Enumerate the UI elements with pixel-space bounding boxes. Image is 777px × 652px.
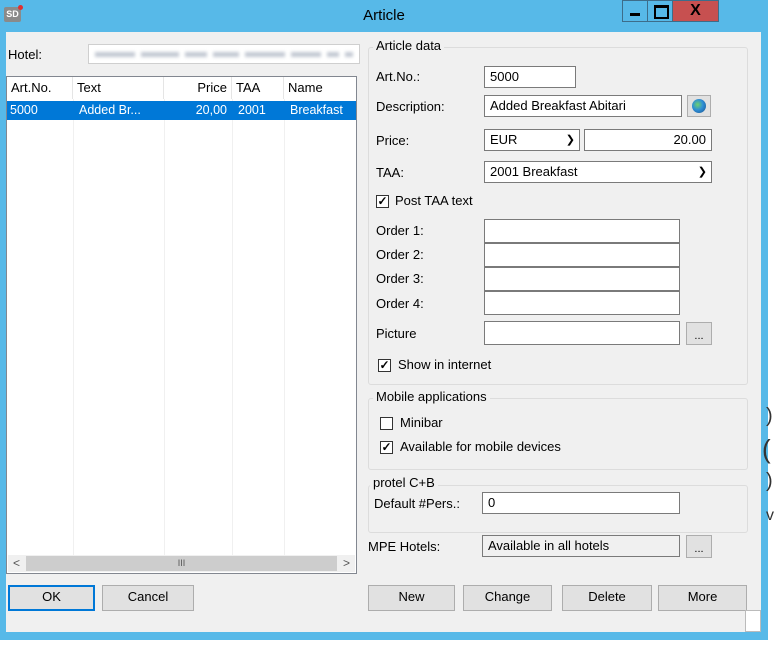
scroll-thumb[interactable]: III <box>26 556 337 571</box>
article-window: SD Article X Hotel: Art.No. Text Price T… <box>0 0 768 640</box>
available-mobile-checkbox[interactable]: ✓ <box>380 441 393 454</box>
currency-select[interactable]: EUR ❯ <box>484 129 580 151</box>
column-header-art-no[interactable]: Art.No. <box>7 77 73 99</box>
picture-browse-button[interactable]: ... <box>686 322 712 345</box>
translate-button[interactable] <box>687 95 711 117</box>
chevron-down-icon: ❯ <box>565 134 575 146</box>
column-header-text[interactable]: Text <box>73 77 164 99</box>
order2-input[interactable] <box>484 243 680 267</box>
close-button[interactable]: X <box>672 0 719 22</box>
mobile-applications-title: Mobile applications <box>373 389 490 404</box>
resize-grip[interactable] <box>745 610 761 632</box>
background-fragment: ) <box>766 405 773 427</box>
picture-input[interactable] <box>484 321 680 345</box>
order3-input[interactable] <box>484 267 680 291</box>
order1-label: Order 1: <box>376 223 424 238</box>
description-input[interactable]: Added Breakfast Abitari <box>484 95 682 117</box>
change-button[interactable]: Change <box>463 585 552 611</box>
art-no-label: Art.No.: <box>376 69 421 84</box>
show-internet-checkbox[interactable]: ✓ <box>378 359 391 372</box>
post-taa-label: Post TAA text <box>395 193 473 208</box>
price-input[interactable]: 20.00 <box>584 129 712 151</box>
delete-button[interactable]: Delete <box>562 585 652 611</box>
show-internet-label: Show in internet <box>398 357 492 372</box>
globe-icon <box>692 99 706 113</box>
picture-label: Picture <box>376 326 417 341</box>
minimize-icon <box>630 13 640 16</box>
maximize-button[interactable] <box>647 0 672 22</box>
description-label: Description: <box>376 99 445 114</box>
hotel-field-blurred[interactable] <box>88 44 360 64</box>
default-pers-label: Default #Pers.: <box>374 496 460 511</box>
price-label: Price: <box>376 133 410 148</box>
order4-label: Order 4: <box>376 296 424 311</box>
order4-input[interactable] <box>484 291 680 315</box>
background-fragment: ) <box>766 470 773 492</box>
column-header-taa[interactable]: TAA <box>232 77 284 99</box>
title-bar[interactable]: SD Article X <box>0 0 768 32</box>
taa-value: 2001 Breakfast <box>490 164 578 179</box>
ok-button[interactable]: OK <box>8 585 95 611</box>
order1-input[interactable] <box>484 219 680 243</box>
cell-taa: 2001 <box>238 103 266 117</box>
background-fragment: ( <box>762 434 771 464</box>
default-pers-input[interactable]: 0 <box>482 492 680 514</box>
taa-label: TAA: <box>376 165 404 180</box>
available-mobile-label: Available for mobile devices <box>400 439 561 454</box>
article-data-title: Article data <box>373 38 445 53</box>
cancel-button[interactable]: Cancel <box>102 585 194 611</box>
maximize-icon <box>654 5 669 19</box>
column-header-name[interactable]: Name <box>284 77 356 99</box>
cell-price: 20,00 <box>195 103 227 117</box>
horizontal-scrollbar[interactable]: < III > <box>8 555 355 572</box>
mobile-applications-group <box>368 398 748 470</box>
scroll-right-icon[interactable]: > <box>338 555 355 572</box>
cell-text: Added Br... <box>79 103 141 117</box>
table-row[interactable]: 5000 Added Br... 20,00 2001 Breakfast <box>7 101 356 120</box>
mpe-hotels-field: Available in all hotels <box>482 535 680 557</box>
list-header: Art.No. Text Price TAA Name <box>7 77 356 99</box>
background-fragment: v <box>766 507 774 524</box>
mpe-hotels-label: MPE Hotels: <box>368 539 441 554</box>
minibar-checkbox[interactable] <box>380 417 393 430</box>
taa-select[interactable]: 2001 Breakfast ❯ <box>484 161 712 183</box>
currency-value: EUR <box>490 132 518 147</box>
order2-label: Order 2: <box>376 247 424 262</box>
close-icon: X <box>690 2 701 19</box>
mpe-hotels-browse-button[interactable]: ... <box>686 535 712 558</box>
new-button[interactable]: New <box>368 585 455 611</box>
minimize-button[interactable] <box>622 0 647 22</box>
article-list[interactable]: Art.No. Text Price TAA Name 5000 Added B… <box>6 76 357 574</box>
hotel-label: Hotel: <box>8 47 42 62</box>
scroll-left-icon[interactable]: < <box>8 555 25 572</box>
cell-name: Breakfast <box>290 103 343 117</box>
dialog-client: Hotel: Art.No. Text Price TAA Name 5000 … <box>6 32 761 632</box>
column-header-price[interactable]: Price <box>164 77 232 99</box>
protel-title: protel C+B <box>370 475 438 490</box>
chevron-down-icon: ❯ <box>697 166 707 178</box>
post-taa-checkbox[interactable]: ✓ <box>376 195 389 208</box>
cell-art-no: 5000 <box>10 103 38 117</box>
art-no-input[interactable]: 5000 <box>484 66 576 88</box>
order3-label: Order 3: <box>376 271 424 286</box>
more-button[interactable]: More <box>658 585 747 611</box>
minibar-label: Minibar <box>400 415 443 430</box>
